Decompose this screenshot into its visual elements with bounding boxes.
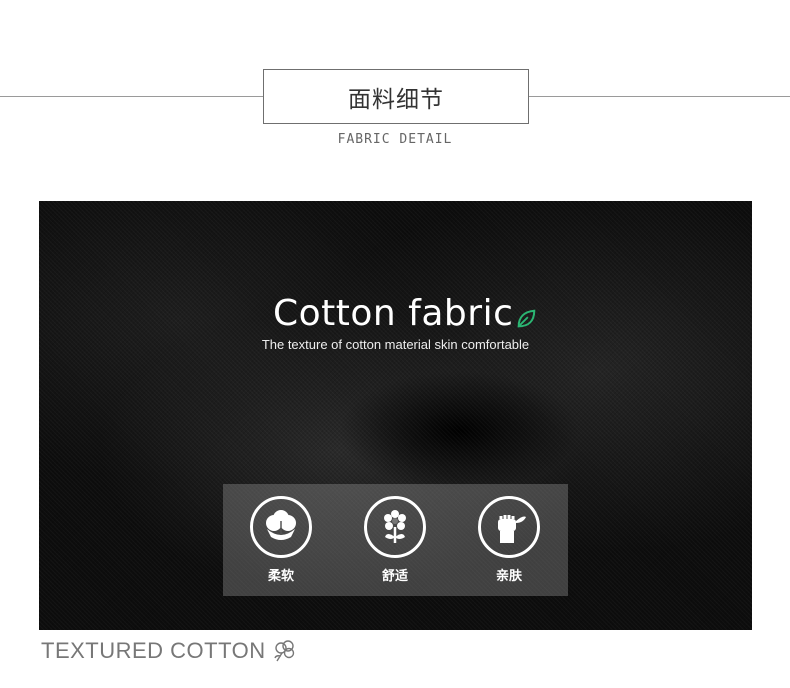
cotton-boll-icon xyxy=(250,496,312,558)
fabric-photo: Cotton fabric The texture of cotton mate… xyxy=(39,201,752,630)
hero-caption: The texture of cotton material skin comf… xyxy=(261,337,530,352)
footer-label: TEXTURED COTTON xyxy=(41,638,298,664)
section-title: 面料细节 xyxy=(263,69,529,124)
hero-heading: Cotton fabric xyxy=(273,293,537,334)
feature-comfort: 舒适 xyxy=(355,496,435,584)
section-title-text: 面料细节 xyxy=(348,86,444,113)
section-subtitle: FABRIC DETAIL xyxy=(337,132,453,147)
feature-soft: 柔软 xyxy=(241,496,321,584)
header-divider-right xyxy=(529,96,790,97)
flower-icon xyxy=(364,496,426,558)
cotton-sketch-icon xyxy=(273,640,294,662)
feature-skin-friendly: 亲肤 xyxy=(469,496,549,584)
feature-label: 舒适 xyxy=(381,569,408,584)
leaf-icon xyxy=(518,309,536,328)
footer-label-text: TEXTURED COTTON xyxy=(41,638,266,663)
header-divider-left xyxy=(0,96,263,97)
feature-panel: 柔软 舒适 亲肤 xyxy=(223,484,568,596)
feature-label: 亲肤 xyxy=(495,569,522,584)
feature-label: 柔软 xyxy=(267,569,294,584)
hero-heading-text: Cotton fabric xyxy=(273,293,514,334)
fist-leaf-icon xyxy=(478,496,540,558)
